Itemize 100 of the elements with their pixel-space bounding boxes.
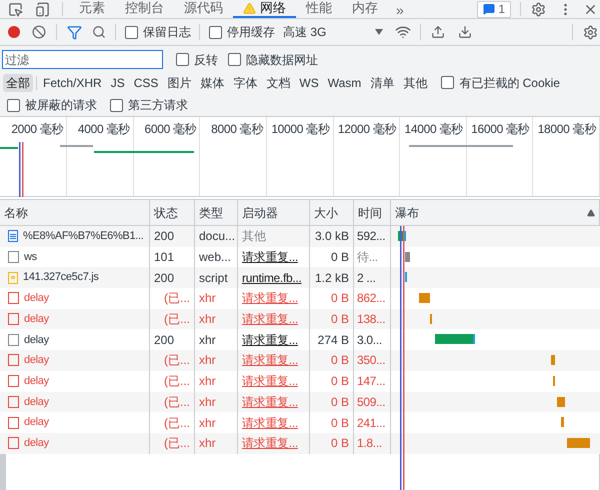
more-tabs-button[interactable]: » — [388, 0, 412, 18]
status-text: (已... — [164, 311, 190, 328]
request-name[interactable]: delay — [24, 290, 49, 307]
panel-tab[interactable]: 元素 — [69, 0, 115, 18]
device-toolbar-icon[interactable] — [35, 2, 50, 16]
time-text: 241... — [357, 414, 386, 432]
filter-icon[interactable] — [67, 24, 82, 40]
request-name[interactable]: 141.327ce5c7.js — [23, 269, 99, 286]
request-name[interactable]: delay — [24, 394, 49, 410]
column-header[interactable]: 类型 — [199, 204, 223, 222]
type-filter-button[interactable]: 其他 — [400, 74, 430, 92]
initiator-link[interactable]: 请求重复... — [242, 330, 298, 349]
waterfall-bar — [561, 417, 564, 428]
type-filter-button[interactable]: CSS — [130, 74, 162, 92]
checkbox-label: 隐藏数据网址 — [246, 52, 318, 68]
issues-badge[interactable]: 1 — [477, 0, 511, 18]
request-name[interactable]: delay — [24, 352, 49, 369]
panel-tab[interactable]: 源代码 — [174, 0, 233, 18]
request-name[interactable]: delay — [24, 414, 49, 431]
type-filter-button[interactable]: 字体 — [230, 74, 260, 92]
dropdown-caret-icon — [375, 29, 383, 35]
checkbox[interactable] — [110, 98, 123, 112]
request-name[interactable]: %E8%AF%B7%E6%B1... — [23, 228, 144, 245]
size-text: 0 B — [330, 352, 349, 370]
panel-tab[interactable]: 性能 — [296, 0, 342, 18]
timeline-tick-label: 6000 毫秒 — [144, 121, 196, 138]
timeline-tick-label: 10000 毫秒 — [271, 121, 330, 138]
type-text: xhr — [199, 352, 216, 370]
export-icon[interactable] — [458, 25, 472, 39]
column-header[interactable]: 瀑布 — [395, 204, 419, 222]
type-filter-button[interactable]: JS — [108, 74, 128, 92]
type-filter-button[interactable]: Wasm — [324, 74, 364, 92]
column-header[interactable]: 名称 — [4, 204, 28, 222]
time-text: 350... — [357, 352, 386, 370]
checkbox-label: 停用缓存 — [227, 24, 275, 41]
type-filter-button[interactable]: 清单 — [367, 74, 398, 92]
type-filter-button[interactable]: Fetch/XHR — [40, 74, 105, 92]
timeline-tick-label: 12000 毫秒 — [338, 121, 396, 138]
type-text: xhr — [199, 394, 216, 411]
type-filter-button[interactable]: WS — [296, 74, 322, 92]
timeline-tick-label: 2000 毫秒 — [11, 121, 64, 138]
throttling-dropdown[interactable]: 高速 3G — [283, 23, 383, 41]
time-text: 2 ... — [357, 270, 376, 287]
panel-tab[interactable]: 内存 — [342, 0, 388, 18]
column-header[interactable]: 启动器 — [242, 204, 278, 222]
timeline-tick-label: 14000 毫秒 — [404, 121, 463, 138]
sort-icon[interactable] — [587, 208, 595, 216]
network-settings-icon[interactable] — [583, 24, 598, 40]
message-icon — [483, 3, 496, 15]
status-text: (已... — [164, 394, 190, 411]
clear-icon[interactable] — [32, 25, 46, 39]
status-text: (已... — [164, 414, 190, 432]
initiator-link[interactable]: 请求重复... — [242, 414, 298, 432]
request-name[interactable]: delay — [24, 434, 49, 452]
network-conditions-icon[interactable] — [395, 24, 411, 40]
request-name[interactable]: delay — [24, 332, 49, 348]
request-name[interactable]: delay — [24, 310, 49, 328]
size-text: 3.0 kB — [314, 228, 349, 246]
checkbox-label: 被屏蔽的请求 — [25, 97, 97, 114]
checkbox[interactable] — [441, 76, 454, 89]
size-text: 0 B — [330, 249, 349, 266]
type-filter-button[interactable]: 文档 — [263, 74, 294, 92]
initiator-link[interactable]: runtime.fb... — [242, 268, 302, 287]
panel-tab[interactable]: 控制台 — [115, 0, 174, 18]
size-text: 1.2 kB — [314, 270, 349, 287]
type-filter-button[interactable]: 全部 — [3, 74, 33, 92]
record-button[interactable] — [8, 26, 20, 38]
import-icon[interactable] — [431, 25, 445, 39]
status-text: 200 — [154, 332, 174, 349]
column-header[interactable]: 时间 — [358, 204, 382, 222]
initiator-link[interactable]: 请求重复... — [242, 351, 298, 370]
column-header[interactable]: 状态 — [154, 204, 178, 222]
filter-field[interactable]: 过滤 — [2, 50, 163, 69]
time-text: 138... — [357, 311, 386, 328]
checkbox[interactable] — [228, 53, 241, 66]
initiator-link[interactable]: 请求重复... — [242, 392, 298, 411]
time-text: 147... — [357, 373, 386, 390]
checkbox[interactable] — [176, 53, 189, 66]
type-filter-button[interactable]: 媒体 — [197, 74, 228, 92]
time-text: 待... — [357, 249, 378, 266]
initiator-link[interactable]: 请求重复... — [242, 310, 298, 328]
checkbox[interactable] — [125, 26, 138, 38]
search-icon[interactable] — [92, 25, 106, 39]
size-text: 0 B — [330, 435, 349, 452]
column-header[interactable]: 大小 — [314, 204, 338, 222]
initiator-link[interactable]: 请求重复... — [242, 248, 298, 266]
request-name[interactable]: delay — [24, 372, 49, 390]
type-text: xhr — [199, 290, 216, 308]
initiator-link[interactable]: 请求重复... — [242, 434, 298, 452]
type-text: xhr — [199, 414, 216, 432]
type-filter-button[interactable]: 图片 — [164, 74, 194, 92]
initiator-link[interactable]: 请求重复... — [242, 372, 298, 390]
inspect-icon[interactable] — [8, 2, 23, 16]
request-name[interactable]: ws — [24, 248, 37, 266]
checkbox[interactable] — [7, 98, 20, 112]
initiator-link[interactable]: 请求重复... — [242, 289, 298, 308]
settings-icon[interactable] — [531, 2, 546, 16]
checkbox[interactable] — [209, 26, 222, 38]
time-text: 3.0... — [357, 332, 382, 349]
type-text: xhr — [199, 311, 216, 328]
